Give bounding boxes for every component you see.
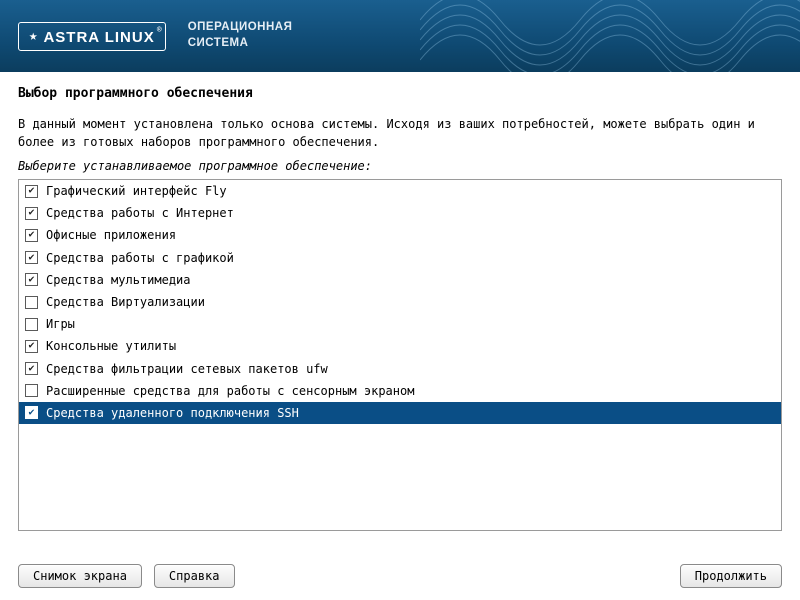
- header-pattern-decor: [420, 0, 800, 72]
- software-item[interactable]: Средства мультимедиа: [19, 269, 781, 291]
- checkbox-icon[interactable]: [25, 207, 38, 220]
- checkbox-icon[interactable]: [25, 362, 38, 375]
- star-icon: ★: [29, 29, 37, 43]
- header-subtitle-line1: ОПЕРАЦИОННАЯ: [188, 20, 293, 36]
- software-item-label: Средства мультимедиа: [46, 272, 191, 288]
- software-item[interactable]: Консольные утилиты: [19, 335, 781, 357]
- logo: ★ ASTRA LINUX ®: [18, 22, 166, 51]
- page-title: Выбор программного обеспечения: [18, 86, 782, 101]
- software-list[interactable]: Графический интерфейс Fly Средства работы…: [18, 179, 782, 531]
- software-item-label: Консольные утилиты: [46, 338, 176, 354]
- software-item-label: Средства Виртуализации: [46, 294, 205, 310]
- software-item[interactable]: Средства работы с графикой: [19, 247, 781, 269]
- software-item-label: Средства работы с Интернет: [46, 205, 234, 221]
- software-item[interactable]: Средства Виртуализации: [19, 291, 781, 313]
- screenshot-button[interactable]: Снимок экрана: [18, 564, 142, 588]
- software-item-label: Средства удаленного подключения SSH: [46, 405, 299, 421]
- checkbox-icon[interactable]: [25, 384, 38, 397]
- checkbox-icon[interactable]: [25, 296, 38, 309]
- installer-header: ★ ASTRA LINUX ® ОПЕРАЦИОННАЯ СИСТЕМА: [0, 0, 800, 72]
- page-instruction: Выберите устанавливаемое программное обе…: [18, 159, 782, 173]
- header-subtitle: ОПЕРАЦИОННАЯ СИСТЕМА: [188, 20, 293, 51]
- software-item[interactable]: Игры: [19, 313, 781, 335]
- checkbox-icon[interactable]: [25, 185, 38, 198]
- page-description: В данный момент установлена только основ…: [18, 115, 782, 151]
- checkbox-icon[interactable]: [25, 251, 38, 264]
- software-item-label: Средства работы с графикой: [46, 250, 234, 266]
- header-subtitle-line2: СИСТЕМА: [188, 36, 293, 52]
- checkbox-icon[interactable]: [25, 318, 38, 331]
- software-item-label: Офисные приложения: [46, 227, 176, 243]
- software-item[interactable]: Средства фильтрации сетевых пакетов ufw: [19, 358, 781, 380]
- checkbox-icon[interactable]: [25, 229, 38, 242]
- software-item-label: Расширенные средства для работы с сенсор…: [46, 383, 414, 399]
- software-item-label: Игры: [46, 316, 75, 332]
- logo-text: ASTRA LINUX: [43, 29, 154, 46]
- software-item[interactable]: Расширенные средства для работы с сенсор…: [19, 380, 781, 402]
- software-item-label: Графический интерфейс Fly: [46, 183, 227, 199]
- software-item-label: Средства фильтрации сетевых пакетов ufw: [46, 361, 328, 377]
- checkbox-icon[interactable]: [25, 273, 38, 286]
- help-button[interactable]: Справка: [154, 564, 235, 588]
- software-item[interactable]: Средства удаленного подключения SSH: [19, 402, 781, 424]
- content-area: Выбор программного обеспечения В данный …: [0, 72, 800, 539]
- checkbox-icon[interactable]: [25, 340, 38, 353]
- software-item[interactable]: Офисные приложения: [19, 224, 781, 246]
- continue-button[interactable]: Продолжить: [680, 564, 782, 588]
- checkbox-icon[interactable]: [25, 406, 38, 419]
- footer-bar: Снимок экрана Справка Продолжить: [0, 552, 800, 600]
- software-item[interactable]: Средства работы с Интернет: [19, 202, 781, 224]
- software-item[interactable]: Графический интерфейс Fly: [19, 180, 781, 202]
- registered-icon: ®: [157, 25, 162, 34]
